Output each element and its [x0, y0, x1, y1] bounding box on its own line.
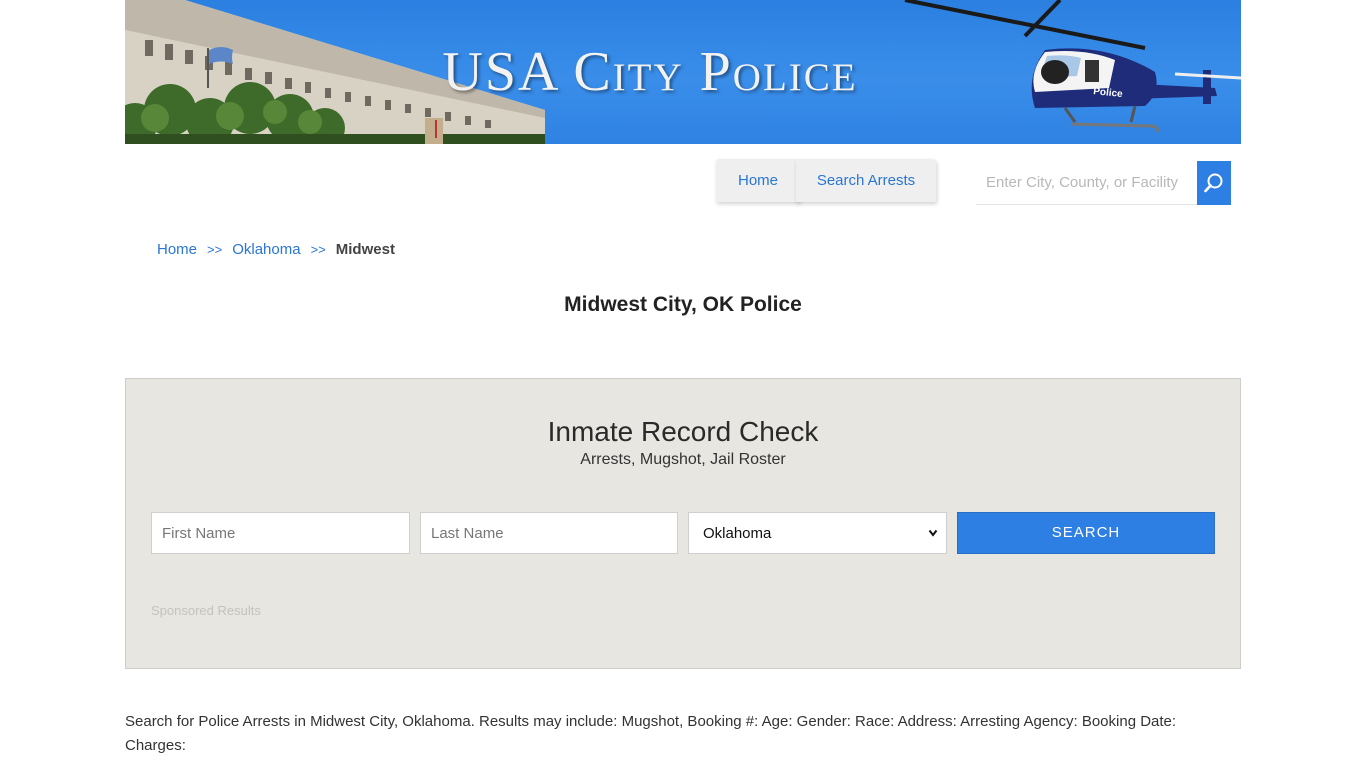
record-check-subtitle: Arrests, Mugshot, Jail Roster: [580, 451, 786, 468]
record-check-title: Inmate Record Check: [547, 416, 819, 447]
site-logo-title[interactable]: USA City Police: [405, 42, 895, 102]
state-select-value: Oklahoma: [703, 524, 772, 542]
breadcrumb-current: Midwest: [335, 241, 395, 258]
breadcrumb-separator: >>: [310, 242, 326, 257]
page-title: Midwest City, OK Police: [564, 293, 802, 316]
page-description: Search for Police Arrests in Midwest Cit…: [125, 713, 1177, 754]
search-icon: [1204, 173, 1223, 193]
nav-home-tab[interactable]: Home: [716, 159, 800, 202]
breadcrumb-state-link[interactable]: Oklahoma: [232, 240, 300, 260]
first-name-input[interactable]: [151, 512, 410, 554]
police-helicopter-icon: Police: [904, 0, 1241, 133]
breadcrumb-home-link[interactable]: Home: [157, 240, 197, 260]
breadcrumb: Home >> Oklahoma >> Midwest: [157, 240, 395, 260]
last-name-input[interactable]: [420, 512, 678, 554]
site-search-button[interactable]: [1197, 161, 1231, 205]
sponsored-results-label: Sponsored Results: [151, 603, 261, 618]
inmate-record-check-panel: Inmate Record Check Arrests, Mugshot, Ja…: [125, 378, 1241, 669]
site-search-input[interactable]: [976, 161, 1198, 205]
breadcrumb-separator: >>: [207, 242, 223, 257]
state-select[interactable]: Oklahoma: [688, 512, 947, 554]
nav-search-arrests-tab[interactable]: Search Arrests: [796, 159, 936, 202]
site-banner[interactable]: USA City Police Police: [125, 0, 1241, 144]
chevron-down-icon: [928, 529, 938, 537]
search-button[interactable]: SEARCH: [957, 512, 1215, 554]
